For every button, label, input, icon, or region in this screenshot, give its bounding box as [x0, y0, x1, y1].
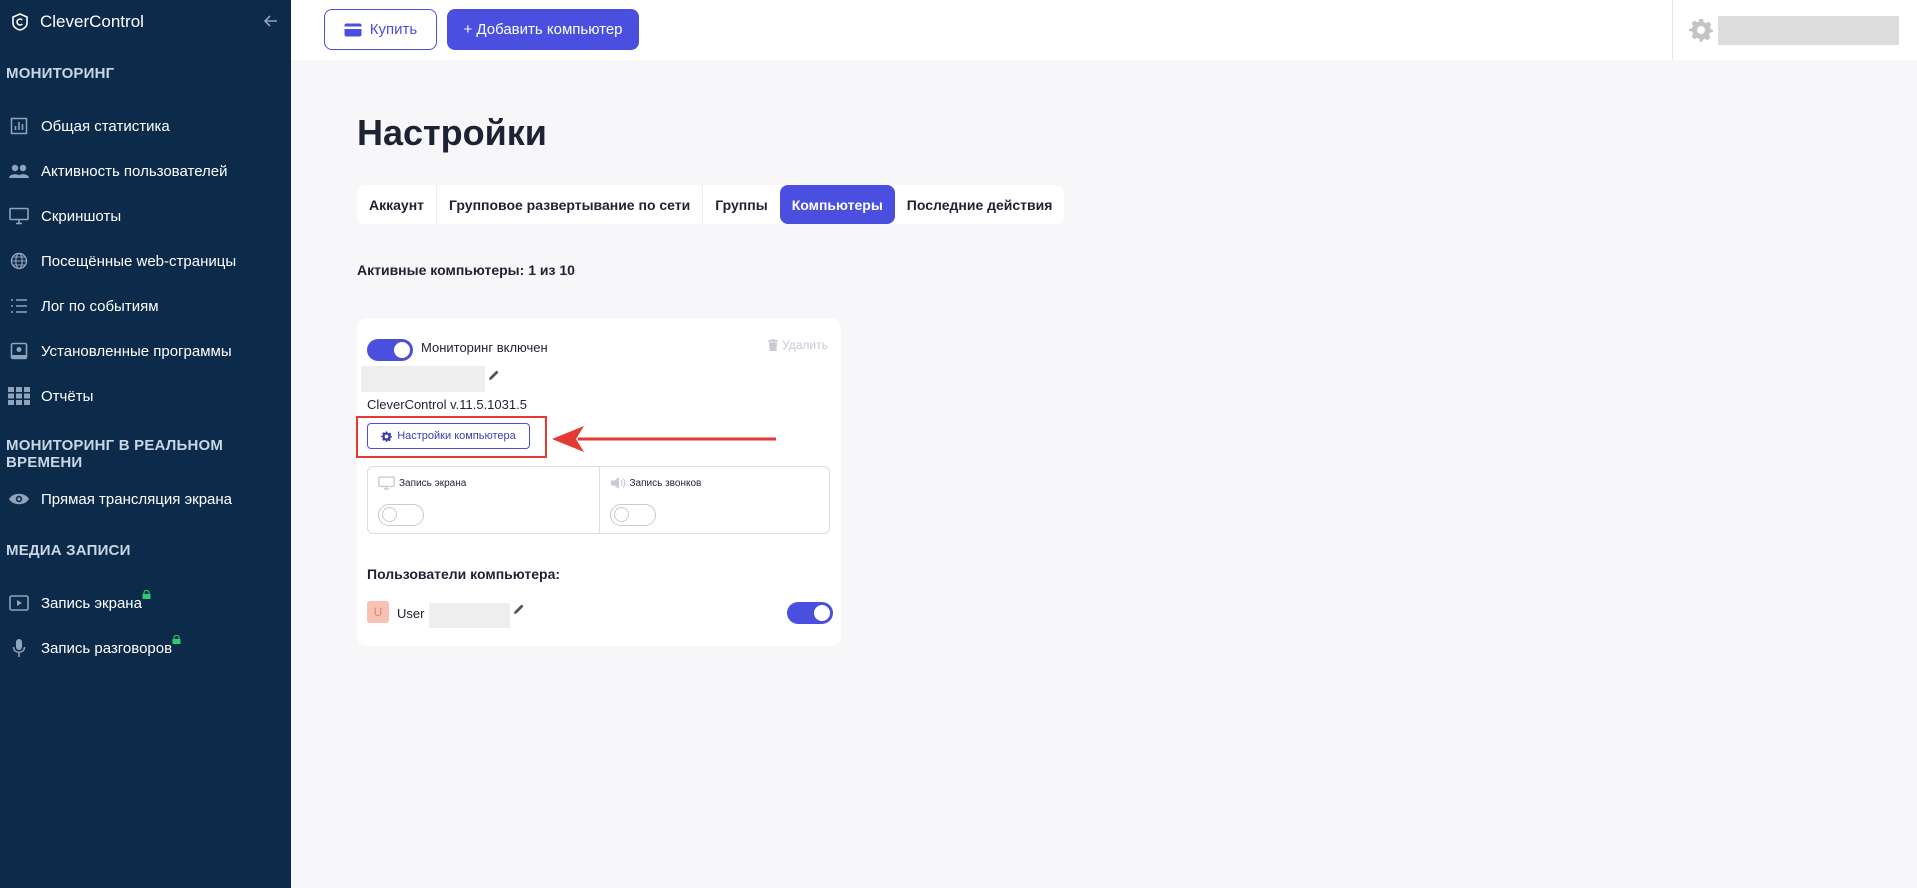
- top-divider: [1672, 0, 1673, 60]
- feature-title: Запись экрана: [378, 476, 466, 490]
- sidebar-item-installed-programs[interactable]: Установленные программы: [0, 334, 291, 368]
- toggle-knob: [382, 507, 397, 522]
- sidebar-item-event-log[interactable]: Лог по событиям: [0, 289, 291, 323]
- tab-account[interactable]: Аккаунт: [357, 185, 436, 224]
- grid-icon: [8, 385, 30, 407]
- feature-call-recording: Запись звонков: [598, 467, 830, 533]
- sidebar-item-user-activity[interactable]: Активность пользователей: [0, 154, 291, 188]
- toggle-knob: [814, 605, 830, 621]
- page-title: Настройки: [357, 112, 547, 153]
- sidebar-item-label: Запись экрана: [41, 589, 151, 612]
- computer-card: Мониторинг включен Удалить CleverControl…: [356, 318, 841, 646]
- users-icon: [8, 160, 30, 182]
- sidebar-item-reports[interactable]: Отчёты: [0, 379, 291, 413]
- list-icon: [8, 295, 30, 317]
- section-media: МЕДИА ЗАПИСИ: [6, 542, 131, 559]
- trash-icon: [768, 339, 778, 351]
- play-screen-icon: [8, 592, 30, 614]
- sidebar-item-screen-recording[interactable]: Запись экрана: [0, 586, 291, 620]
- sidebar-item-label: Активность пользователей: [41, 162, 228, 180]
- computer-name-field: [361, 366, 485, 392]
- screen-recording-toggle[interactable]: [378, 504, 424, 526]
- delete-label: Удалить: [782, 338, 828, 352]
- active-computers-count: Активные компьютеры: 1 из 10: [357, 262, 575, 278]
- speaker-icon: [610, 477, 625, 489]
- buy-button[interactable]: Купить: [324, 9, 437, 50]
- install-icon: [8, 340, 30, 362]
- annotation-arrow-icon: [552, 426, 776, 452]
- tab-network-deployment[interactable]: Групповое развертывание по сети: [437, 185, 702, 224]
- settings-tabs: Аккаунт Групповое развертывание по сети …: [357, 185, 1065, 224]
- brand[interactable]: CleverControl: [10, 11, 144, 33]
- monitor-icon: [378, 476, 395, 490]
- recording-features: Запись экрана Запись звонков: [367, 466, 830, 534]
- globe-icon: [8, 250, 30, 272]
- sidebar-item-label: Посещённые web-страницы: [41, 252, 237, 270]
- sidebar-item-label: Лог по событиям: [41, 297, 159, 315]
- feature-label: Запись звонков: [629, 477, 702, 489]
- edit-name-pencil-icon[interactable]: [488, 368, 500, 380]
- settings-gear-icon[interactable]: [1689, 18, 1713, 42]
- feature-title: Запись звонков: [610, 476, 702, 490]
- sidebar-item-label: Отчёты: [41, 387, 94, 405]
- delete-computer-button[interactable]: Удалить: [768, 338, 828, 352]
- avatar: U: [367, 601, 389, 623]
- toggle-knob: [394, 342, 410, 358]
- sidebar-item-screenshots[interactable]: Скриншоты: [0, 199, 291, 233]
- tab-groups[interactable]: Группы: [703, 185, 779, 224]
- sidebar-item-label-text: Запись экрана: [41, 594, 142, 612]
- feature-label: Запись экрана: [399, 477, 467, 489]
- sidebar-item-label: Общая статистика: [41, 117, 170, 135]
- lock-icon: [172, 631, 181, 644]
- add-computer-button[interactable]: + Добавить компьютер: [447, 9, 639, 50]
- microphone-icon: [8, 637, 30, 659]
- monitoring-label: Мониторинг включен: [421, 340, 548, 355]
- section-monitoring: МОНИТОРИНГ: [6, 65, 115, 82]
- brand-name: CleverControl: [40, 12, 144, 31]
- sidebar-item-label: Запись разговоров: [41, 634, 181, 657]
- user-name-field: [429, 603, 510, 628]
- credit-card-icon: [344, 23, 362, 37]
- sidebar-item-general-stats[interactable]: Общая статистика: [0, 109, 291, 143]
- client-version: CleverControl v.11.5.1031.5: [367, 397, 527, 412]
- sidebar-item-label: Скриншоты: [41, 207, 122, 225]
- section-realtime: МОНИТОРИНГ В РЕАЛЬНОМ ВРЕМЕНИ: [6, 437, 224, 471]
- feature-screen-recording: Запись экрана: [368, 467, 599, 533]
- bar-chart-icon: [8, 115, 30, 137]
- eye-icon: [8, 488, 30, 510]
- clevercontrol-logo-icon: [10, 12, 30, 32]
- call-recording-toggle[interactable]: [609, 504, 656, 526]
- collapse-sidebar-arrow-icon[interactable]: [262, 12, 280, 30]
- tab-computers[interactable]: Компьютеры: [779, 185, 895, 224]
- monitor-icon: [8, 205, 30, 227]
- edit-user-pencil-icon[interactable]: [513, 602, 525, 614]
- sidebar-item-web-pages[interactable]: Посещённые web-страницы: [0, 244, 291, 278]
- sidebar: CleverControl МОНИТОРИНГ Общая статистик…: [0, 0, 291, 888]
- user-toggle[interactable]: [787, 602, 833, 624]
- monitoring-toggle[interactable]: [367, 339, 413, 361]
- sidebar-item-label: Прямая трансляция экрана: [41, 490, 233, 508]
- sidebar-item-live-stream[interactable]: Прямая трансляция экрана: [0, 482, 291, 516]
- user-name: User: [397, 606, 425, 621]
- user-account-box[interactable]: [1718, 16, 1899, 45]
- computer-users-title: Пользователи компьютера:: [367, 566, 561, 582]
- annotation-highlight-box: [356, 416, 547, 458]
- tab-recent-actions[interactable]: Последние действия: [895, 185, 1065, 224]
- lock-icon: [142, 586, 151, 599]
- toggle-knob: [613, 507, 629, 522]
- sidebar-item-label-text: Запись разговоров: [41, 639, 173, 657]
- sidebar-item-label: Установленные программы: [41, 342, 232, 360]
- sidebar-item-call-recording[interactable]: Запись разговоров: [0, 631, 291, 665]
- buy-button-label: Купить: [369, 21, 418, 38]
